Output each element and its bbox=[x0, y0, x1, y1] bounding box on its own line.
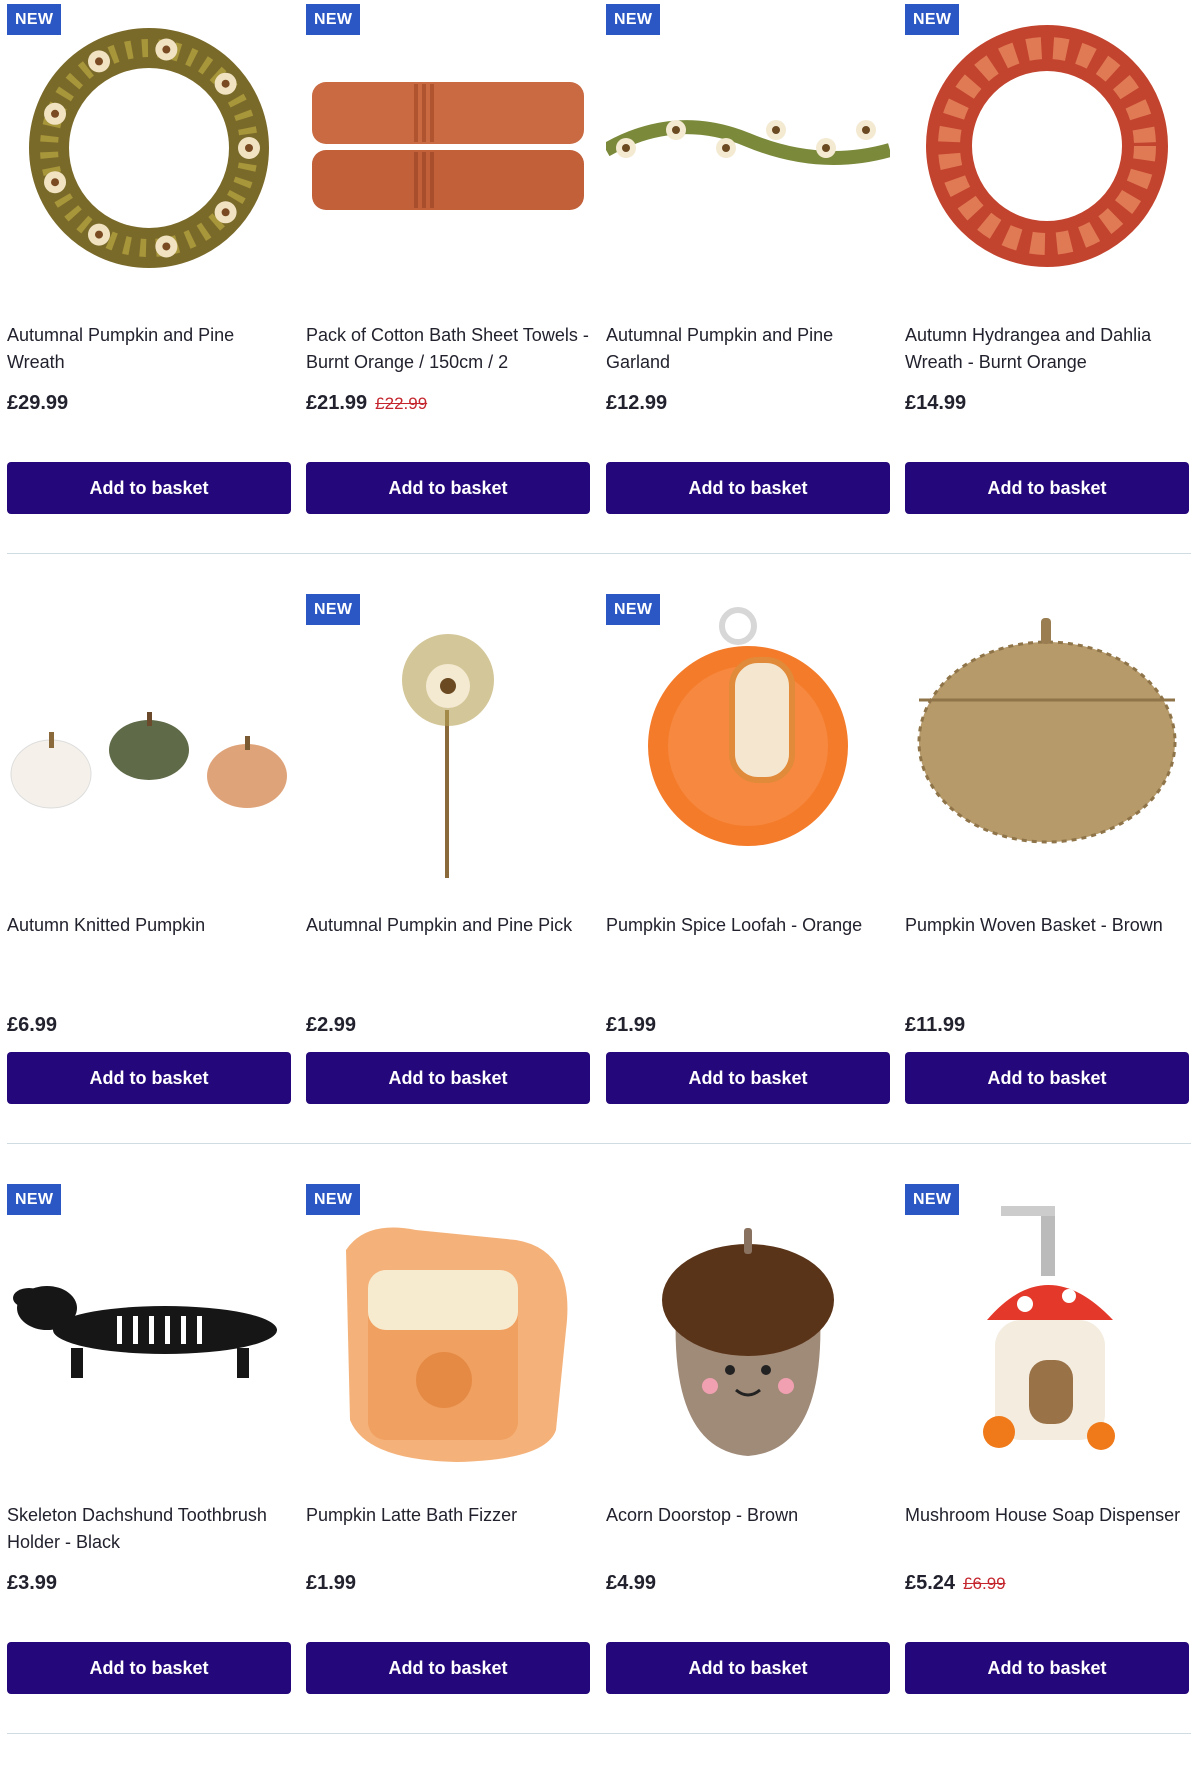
product-card[interactable]: NEW Mushroom House Soap Dispenser £5.24 £6.… bbox=[905, 1180, 1189, 1770]
current-price: £11.99 bbox=[905, 1014, 966, 1036]
product-title[interactable]: Autumnal Pumpkin and Pine Garland bbox=[606, 322, 890, 376]
product-title[interactable]: Pumpkin Latte Bath Fizzer bbox=[306, 1502, 590, 1529]
add-to-basket-button[interactable]: Add to basket bbox=[905, 1642, 1189, 1694]
current-price: £12.99 bbox=[606, 392, 668, 414]
row-divider bbox=[7, 1143, 1191, 1144]
was-price: £6.99 bbox=[963, 1574, 1006, 1593]
add-to-basket-button[interactable]: Add to basket bbox=[7, 1642, 291, 1694]
product-row: Autumn Knitted Pumpkin £6.99 Add to basket… bbox=[0, 590, 1200, 1180]
row-divider bbox=[7, 1733, 1191, 1734]
add-to-basket-button[interactable]: Add to basket bbox=[606, 1052, 890, 1104]
current-price: £3.99 bbox=[7, 1572, 58, 1594]
product-title[interactable]: Acorn Doorstop - Brown bbox=[606, 1502, 890, 1529]
current-price: £29.99 bbox=[7, 392, 69, 414]
add-to-basket-button[interactable]: Add to basket bbox=[905, 1052, 1189, 1104]
price-block: £5.24 £6.99 bbox=[905, 1572, 1189, 1595]
price-block: £11.99 bbox=[905, 1014, 1189, 1037]
new-badge: NEW bbox=[606, 594, 661, 625]
product-row: NEW Skeleton Dachshund Toothbrush Holder … bbox=[0, 1180, 1200, 1770]
product-card[interactable]: NEW Pumpkin Spice Loofah - Orange £1.99 Add… bbox=[606, 590, 890, 1180]
current-price: £5.24 bbox=[905, 1572, 956, 1594]
product-title[interactable]: Autumnal Pumpkin and Pine Pick bbox=[306, 912, 590, 939]
price-block: £12.99 bbox=[606, 392, 890, 415]
row-divider bbox=[7, 553, 1191, 554]
wreath-icon[interactable] bbox=[7, 0, 291, 290]
add-to-basket-button[interactable]: Add to basket bbox=[606, 1642, 890, 1694]
new-badge: NEW bbox=[306, 4, 361, 35]
price-block: £14.99 bbox=[905, 392, 1189, 415]
product-card[interactable]: NEW Skeleton Dachshund Toothbrush Holder … bbox=[7, 1180, 291, 1770]
product-card[interactable]: Autumn Knitted Pumpkin £6.99 Add to basket bbox=[7, 590, 291, 1180]
new-badge: NEW bbox=[905, 1184, 960, 1215]
product-title[interactable]: Mushroom House Soap Dispenser bbox=[905, 1502, 1189, 1529]
price-block: £2.99 bbox=[306, 1014, 590, 1037]
price-block: £1.99 bbox=[606, 1014, 890, 1037]
add-to-basket-button[interactable]: Add to basket bbox=[905, 462, 1189, 514]
bath-fizzer-icon[interactable] bbox=[306, 1180, 590, 1470]
product-card[interactable]: NEW Autumn Hydrangea and Dahlia Wreath - … bbox=[905, 0, 1189, 590]
product-row: NEW Autumnal Pumpkin and Pine Wreath £29.9… bbox=[0, 0, 1200, 590]
acorn-icon[interactable] bbox=[606, 1180, 890, 1470]
flower-pick-icon[interactable] bbox=[306, 590, 590, 880]
new-badge: NEW bbox=[606, 4, 661, 35]
new-badge: NEW bbox=[306, 594, 361, 625]
product-title[interactable]: Autumn Hydrangea and Dahlia Wreath - Bur… bbox=[905, 322, 1189, 376]
product-card[interactable]: NEW Autumnal Pumpkin and Pine Pick £2.99 Ad… bbox=[306, 590, 590, 1180]
add-to-basket-button[interactable]: Add to basket bbox=[7, 462, 291, 514]
red-wreath-icon[interactable] bbox=[905, 0, 1189, 290]
product-card[interactable]: NEW Pack of Cotton Bath Sheet Towels - Bu… bbox=[306, 0, 590, 590]
product-title[interactable]: Autumnal Pumpkin and Pine Wreath bbox=[7, 322, 291, 376]
new-badge: NEW bbox=[306, 1184, 361, 1215]
product-title[interactable]: Pumpkin Spice Loofah - Orange bbox=[606, 912, 890, 939]
dachshund-icon[interactable] bbox=[7, 1180, 291, 1470]
loofah-icon[interactable] bbox=[606, 590, 890, 880]
add-to-basket-button[interactable]: Add to basket bbox=[306, 1052, 590, 1104]
current-price: £4.99 bbox=[606, 1572, 657, 1594]
current-price: £6.99 bbox=[7, 1014, 58, 1036]
new-badge: NEW bbox=[905, 4, 960, 35]
knitted-pumpkins-icon[interactable] bbox=[7, 590, 291, 880]
product-title[interactable]: Pumpkin Woven Basket - Brown bbox=[905, 912, 1189, 939]
price-block: £1.99 bbox=[306, 1572, 590, 1595]
add-to-basket-button[interactable]: Add to basket bbox=[306, 1642, 590, 1694]
soap-dispenser-icon[interactable] bbox=[905, 1180, 1189, 1470]
price-block: £3.99 bbox=[7, 1572, 291, 1595]
product-title[interactable]: Pack of Cotton Bath Sheet Towels - Burnt… bbox=[306, 322, 590, 376]
current-price: £14.99 bbox=[905, 392, 967, 414]
price-block: £21.99 £22.99 bbox=[306, 392, 590, 415]
towels-icon[interactable] bbox=[306, 0, 590, 290]
price-block: £4.99 bbox=[606, 1572, 890, 1595]
garland-icon[interactable] bbox=[606, 0, 890, 290]
add-to-basket-button[interactable]: Add to basket bbox=[7, 1052, 291, 1104]
woven-basket-icon[interactable] bbox=[905, 590, 1189, 880]
add-to-basket-button[interactable]: Add to basket bbox=[306, 462, 590, 514]
product-title[interactable]: Skeleton Dachshund Toothbrush Holder - B… bbox=[7, 1502, 291, 1556]
new-badge: NEW bbox=[7, 1184, 62, 1215]
current-price: £1.99 bbox=[306, 1572, 357, 1594]
product-title[interactable]: Autumn Knitted Pumpkin bbox=[7, 912, 291, 939]
current-price: £21.99 bbox=[306, 392, 368, 414]
product-card[interactable]: NEW Pumpkin Latte Bath Fizzer £1.99 Add to … bbox=[306, 1180, 590, 1770]
add-to-basket-button[interactable]: Add to basket bbox=[606, 462, 890, 514]
product-card[interactable]: NEW Autumnal Pumpkin and Pine Garland £12.… bbox=[606, 0, 890, 590]
price-block: £29.99 bbox=[7, 392, 291, 415]
was-price: £22.99 bbox=[375, 394, 428, 413]
current-price: £2.99 bbox=[306, 1014, 357, 1036]
new-badge: NEW bbox=[7, 4, 62, 35]
product-card[interactable]: Pumpkin Woven Basket - Brown £11.99 Add to… bbox=[905, 590, 1189, 1180]
price-block: £6.99 bbox=[7, 1014, 291, 1037]
product-card[interactable]: NEW Autumnal Pumpkin and Pine Wreath £29.9… bbox=[7, 0, 291, 590]
product-card[interactable]: Acorn Doorstop - Brown £4.99 Add to basket bbox=[606, 1180, 890, 1770]
current-price: £1.99 bbox=[606, 1014, 657, 1036]
